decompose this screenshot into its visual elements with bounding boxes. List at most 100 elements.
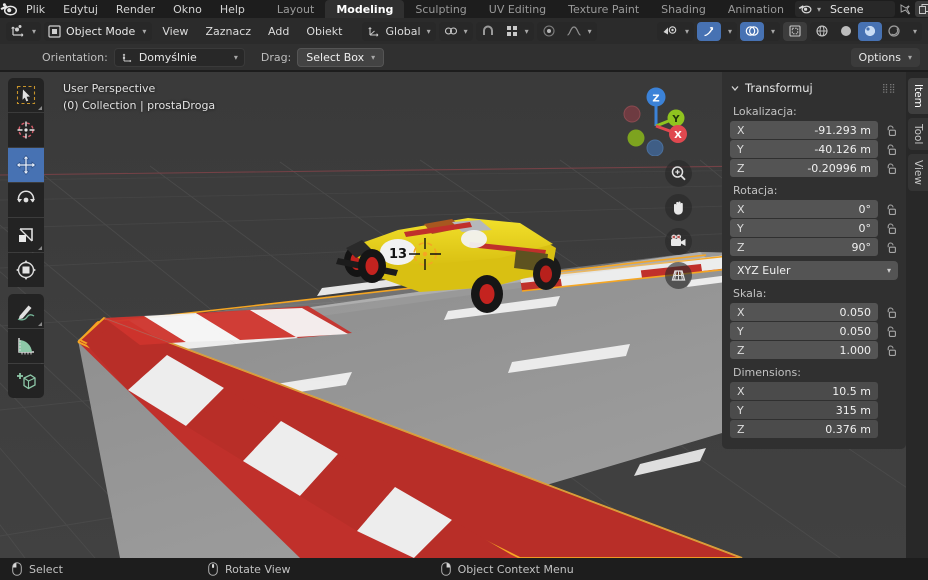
- rotation-mode-dropdown[interactable]: XYZ Euler ▾: [730, 261, 898, 280]
- measure-tool[interactable]: [8, 329, 44, 363]
- options-button[interactable]: Options ▾: [850, 47, 920, 67]
- tab-texture-paint[interactable]: Texture Paint: [557, 0, 650, 18]
- snap-target-selector[interactable]: ▾: [439, 22, 473, 41]
- transform-orientation-selector[interactable]: Global ▾: [362, 22, 435, 41]
- duplicate-icon[interactable]: [914, 1, 928, 17]
- snap-grid-icon: [505, 24, 519, 38]
- scale-x-field[interactable]: X 0.050: [730, 303, 878, 321]
- location-x-lock-icon[interactable]: [883, 124, 898, 137]
- camera-icon: [671, 234, 686, 246]
- zoom-view-button[interactable]: [665, 160, 692, 187]
- transform-tool[interactable]: [8, 253, 44, 287]
- drag-dropdown[interactable]: Select Box ▾: [297, 47, 385, 67]
- grip-dots-icon[interactable]: ⣿⣿: [882, 84, 896, 94]
- status-object-context-menu: Object Context Menu: [440, 562, 574, 576]
- chevron-down-icon[interactable]: [730, 83, 740, 93]
- tweak-select-tool[interactable]: [8, 78, 44, 112]
- location-z-lock-icon[interactable]: [883, 162, 898, 175]
- location-y-lock-icon[interactable]: [883, 143, 898, 156]
- transform-orientation-value: Global: [385, 24, 421, 38]
- tab-modeling[interactable]: Modeling: [325, 0, 405, 18]
- scale-z-field[interactable]: Z 1.000: [730, 341, 878, 359]
- tab-sculpting[interactable]: Sculpting: [404, 0, 477, 18]
- scale-y-field[interactable]: Y 0.050: [730, 322, 878, 340]
- cursor-tool[interactable]: [8, 113, 44, 147]
- rotation-z-row: Z 90°: [730, 238, 898, 256]
- rotation-x-lock-icon[interactable]: [883, 203, 898, 216]
- gizmo-options-dropdown[interactable]: ▾: [721, 22, 737, 41]
- dimensions-z-field[interactable]: Z 0.376 m: [730, 420, 878, 438]
- annotate-tool[interactable]: [8, 294, 44, 328]
- navigation-gizmo[interactable]: Z Y X: [612, 80, 688, 156]
- pin-icon[interactable]: [896, 1, 914, 17]
- visibility-eye-icon[interactable]: ▾: [657, 22, 694, 41]
- dimensions-x-field[interactable]: X 10.5 m: [730, 382, 878, 400]
- rotation-y-field[interactable]: Y 0°: [730, 219, 878, 237]
- proportional-edit-icon[interactable]: [537, 22, 561, 41]
- orientation-value: Domyślnie: [138, 50, 197, 64]
- shading-solid-icon[interactable]: [834, 22, 858, 41]
- tab-animation[interactable]: Animation: [717, 0, 795, 18]
- scale-x-row: X 0.050: [730, 303, 898, 321]
- toggle-perspective-button[interactable]: [665, 262, 692, 289]
- rotate-tool[interactable]: [8, 183, 44, 217]
- menu-zaznacz[interactable]: Zaznacz: [198, 22, 258, 41]
- proportional-group: ▾: [536, 21, 597, 41]
- magnifier-plus-icon: [671, 166, 686, 181]
- scale-z-lock-icon[interactable]: [883, 344, 898, 357]
- pan-view-button[interactable]: [665, 194, 692, 221]
- 3d-viewport[interactable]: 13 User Perspective (0) Collection | pro…: [0, 72, 928, 558]
- sidebar-tab-tool[interactable]: Tool: [908, 117, 928, 151]
- tab-shading[interactable]: Shading: [650, 0, 717, 18]
- shading-options-dropdown[interactable]: ▾: [906, 22, 922, 41]
- rotation-x-field[interactable]: X 0°: [730, 200, 878, 218]
- sidebar-tab-view[interactable]: View: [908, 154, 928, 192]
- gizmo-group: ▾: [696, 21, 737, 41]
- shading-rendered-icon[interactable]: [882, 22, 906, 41]
- overlays-icon[interactable]: [739, 21, 764, 41]
- blender-logo-icon[interactable]: [0, 0, 17, 18]
- dimensions-x-row: X 10.5 m: [730, 382, 898, 400]
- rotation-y-lock-icon[interactable]: [883, 222, 898, 235]
- gizmo-icon[interactable]: [696, 21, 721, 41]
- transform-panel-header[interactable]: Transformuj ⣿⣿: [730, 78, 898, 98]
- camera-view-button[interactable]: [665, 228, 692, 255]
- object-mode-selector[interactable]: Object Mode ▾: [44, 21, 153, 41]
- sidebar-tab-item[interactable]: Item: [908, 78, 928, 114]
- scale-x-lock-icon[interactable]: [883, 306, 898, 319]
- tab-layout[interactable]: Layout: [266, 0, 325, 18]
- menu-view[interactable]: View: [155, 22, 195, 41]
- scale-tool[interactable]: [8, 218, 44, 252]
- location-y-field[interactable]: Y -40.126 m: [730, 140, 878, 158]
- viewport-header: ▾ Object Mode ▾ View Zaznacz Add Obiekt: [0, 18, 928, 44]
- dimensions-y-field[interactable]: Y 315 m: [730, 401, 878, 419]
- overlay-options-dropdown[interactable]: ▾: [764, 22, 780, 41]
- location-z-field[interactable]: Z -0.20996 m: [730, 159, 878, 177]
- rotation-z-lock-icon[interactable]: [883, 241, 898, 254]
- orientation-dropdown[interactable]: Domyślnie ▾: [113, 47, 245, 67]
- menu-add[interactable]: Add: [261, 22, 296, 41]
- scene-selector[interactable]: ▾ Scene: [794, 1, 895, 17]
- add-cube-tool[interactable]: [8, 364, 44, 398]
- scale-y-lock-icon[interactable]: [883, 325, 898, 338]
- menu-help[interactable]: Help: [211, 0, 254, 18]
- location-x-field[interactable]: X -91.293 m: [730, 121, 878, 139]
- orientation-global-icon: [367, 24, 381, 38]
- menu-okno[interactable]: Okno: [164, 0, 211, 18]
- editor-type-selector[interactable]: ▾: [6, 21, 42, 41]
- xray-toggle-icon[interactable]: [782, 21, 807, 41]
- scene-name[interactable]: Scene: [824, 3, 892, 16]
- location-y-row: Y -40.126 m: [730, 140, 898, 158]
- menu-plik[interactable]: Plik: [17, 0, 54, 18]
- shading-material-icon[interactable]: [857, 21, 882, 41]
- tab-uv-editing[interactable]: UV Editing: [478, 0, 557, 18]
- smooth-falloff-icon[interactable]: ▾: [561, 22, 597, 41]
- move-tool[interactable]: [8, 148, 44, 182]
- rotation-z-field[interactable]: Z 90°: [730, 238, 878, 256]
- snap-element-selector[interactable]: ▾: [500, 22, 534, 41]
- menu-obiekt[interactable]: Obiekt: [299, 22, 349, 41]
- shading-wireframe-icon[interactable]: [810, 22, 834, 41]
- menu-edytuj[interactable]: Edytuj: [54, 0, 107, 18]
- menu-render[interactable]: Render: [107, 0, 164, 18]
- snap-magnet-icon[interactable]: [476, 22, 500, 41]
